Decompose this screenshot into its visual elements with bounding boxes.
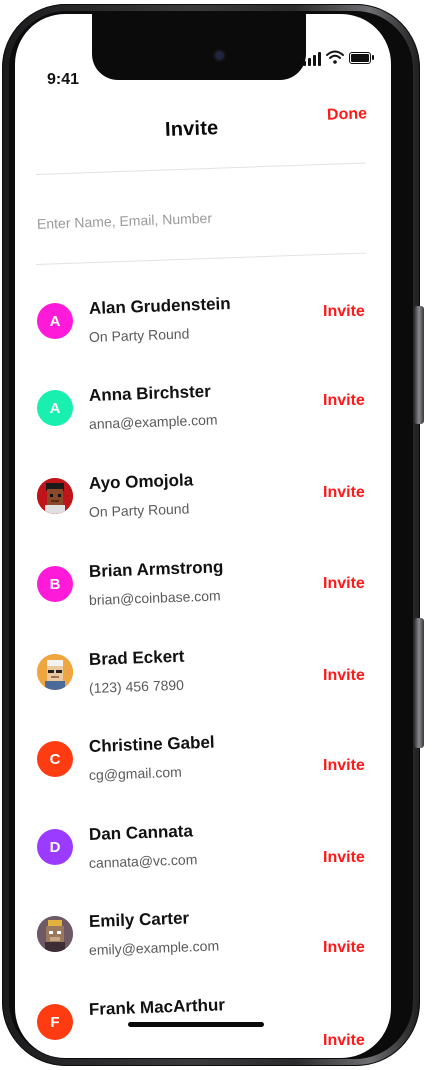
avatar: A bbox=[37, 303, 73, 339]
contact-name: Alan Grudenstein bbox=[88, 294, 231, 318]
contact-detail: On Party Round bbox=[88, 325, 190, 345]
battery-icon bbox=[349, 52, 371, 64]
status-icons bbox=[303, 48, 374, 66]
avatar: B bbox=[37, 566, 73, 602]
contact-detail: anna@example.com bbox=[88, 411, 218, 432]
invite-button[interactable]: Invite bbox=[323, 303, 365, 321]
invite-button[interactable]: Invite bbox=[323, 757, 365, 775]
volume-button bbox=[414, 618, 424, 748]
contact-detail: brian@coinbase.com bbox=[88, 587, 221, 608]
search-input[interactable] bbox=[34, 198, 360, 238]
contact-name: Christine Gabel bbox=[88, 732, 215, 756]
avatar-image bbox=[37, 654, 73, 690]
invite-button[interactable]: Invite bbox=[323, 939, 365, 957]
done-button[interactable]: Done bbox=[327, 105, 368, 124]
page-title: Invite bbox=[164, 117, 219, 141]
contact-detail: emily@example.com bbox=[88, 937, 220, 958]
home-indicator[interactable] bbox=[128, 1022, 264, 1027]
contact-row: Emily Carter emily@example.com Invite bbox=[35, 908, 365, 982]
notch bbox=[92, 14, 306, 80]
contact-row: Ayo Omojola On Party Round Invite bbox=[35, 470, 365, 544]
avatar-image bbox=[37, 478, 73, 514]
contact-row: A Alan Grudenstein On Party Round Invite bbox=[35, 294, 365, 369]
contact-name: Ayo Omojola bbox=[88, 470, 194, 493]
camera-icon bbox=[215, 51, 224, 60]
avatar: F bbox=[37, 1004, 73, 1040]
contact-detail: cg@gmail.com bbox=[88, 763, 183, 783]
contact-name: Emily Carter bbox=[88, 908, 190, 931]
side-button bbox=[414, 306, 424, 424]
contact-row: B Brian Armstrong brian@coinbase.com Invite bbox=[35, 557, 365, 632]
contact-name: Anna Birchster bbox=[88, 381, 212, 405]
contact-row: A Anna Birchster anna@example.com Invite bbox=[35, 382, 365, 456]
divider bbox=[35, 162, 366, 175]
contact-detail: cannata@vc.com bbox=[88, 851, 198, 871]
battery-tip bbox=[372, 55, 374, 60]
divider bbox=[35, 252, 366, 265]
wifi-icon bbox=[326, 50, 344, 64]
avatar-image bbox=[37, 916, 73, 952]
avatar: D bbox=[37, 829, 73, 865]
invite-button[interactable]: Invite bbox=[323, 484, 365, 502]
contact-name: Dan Cannata bbox=[88, 821, 194, 844]
contact-name: Frank MacArthur bbox=[88, 995, 226, 1019]
invite-button[interactable]: Invite bbox=[323, 1032, 365, 1050]
contact-name: Brad Eckert bbox=[88, 646, 185, 669]
avatar: C bbox=[37, 741, 73, 777]
contact-row: D Dan Cannata cannata@vc.com Invite bbox=[35, 821, 365, 895]
screen: 9:41 Invite Done A Alan Grudenstein On Par… bbox=[15, 14, 391, 1058]
contact-row: Brad Eckert (123) 456 7890 Invite bbox=[35, 646, 365, 720]
invite-button[interactable]: Invite bbox=[323, 575, 365, 593]
invite-button[interactable]: Invite bbox=[323, 849, 365, 867]
contact-detail: (123) 456 7890 bbox=[88, 676, 185, 696]
avatar: A bbox=[37, 390, 73, 426]
contact-row: C Christine Gabel cg@gmail.com Invite bbox=[35, 733, 365, 807]
invite-button[interactable]: Invite bbox=[323, 392, 365, 410]
contact-name: Brian Armstrong bbox=[88, 557, 224, 581]
invite-button[interactable]: Invite bbox=[323, 667, 365, 685]
contact-row: F Frank MacArthur Invite bbox=[35, 995, 365, 1058]
status-time: 9:41 bbox=[47, 71, 80, 88]
contact-detail: On Party Round bbox=[88, 500, 190, 520]
